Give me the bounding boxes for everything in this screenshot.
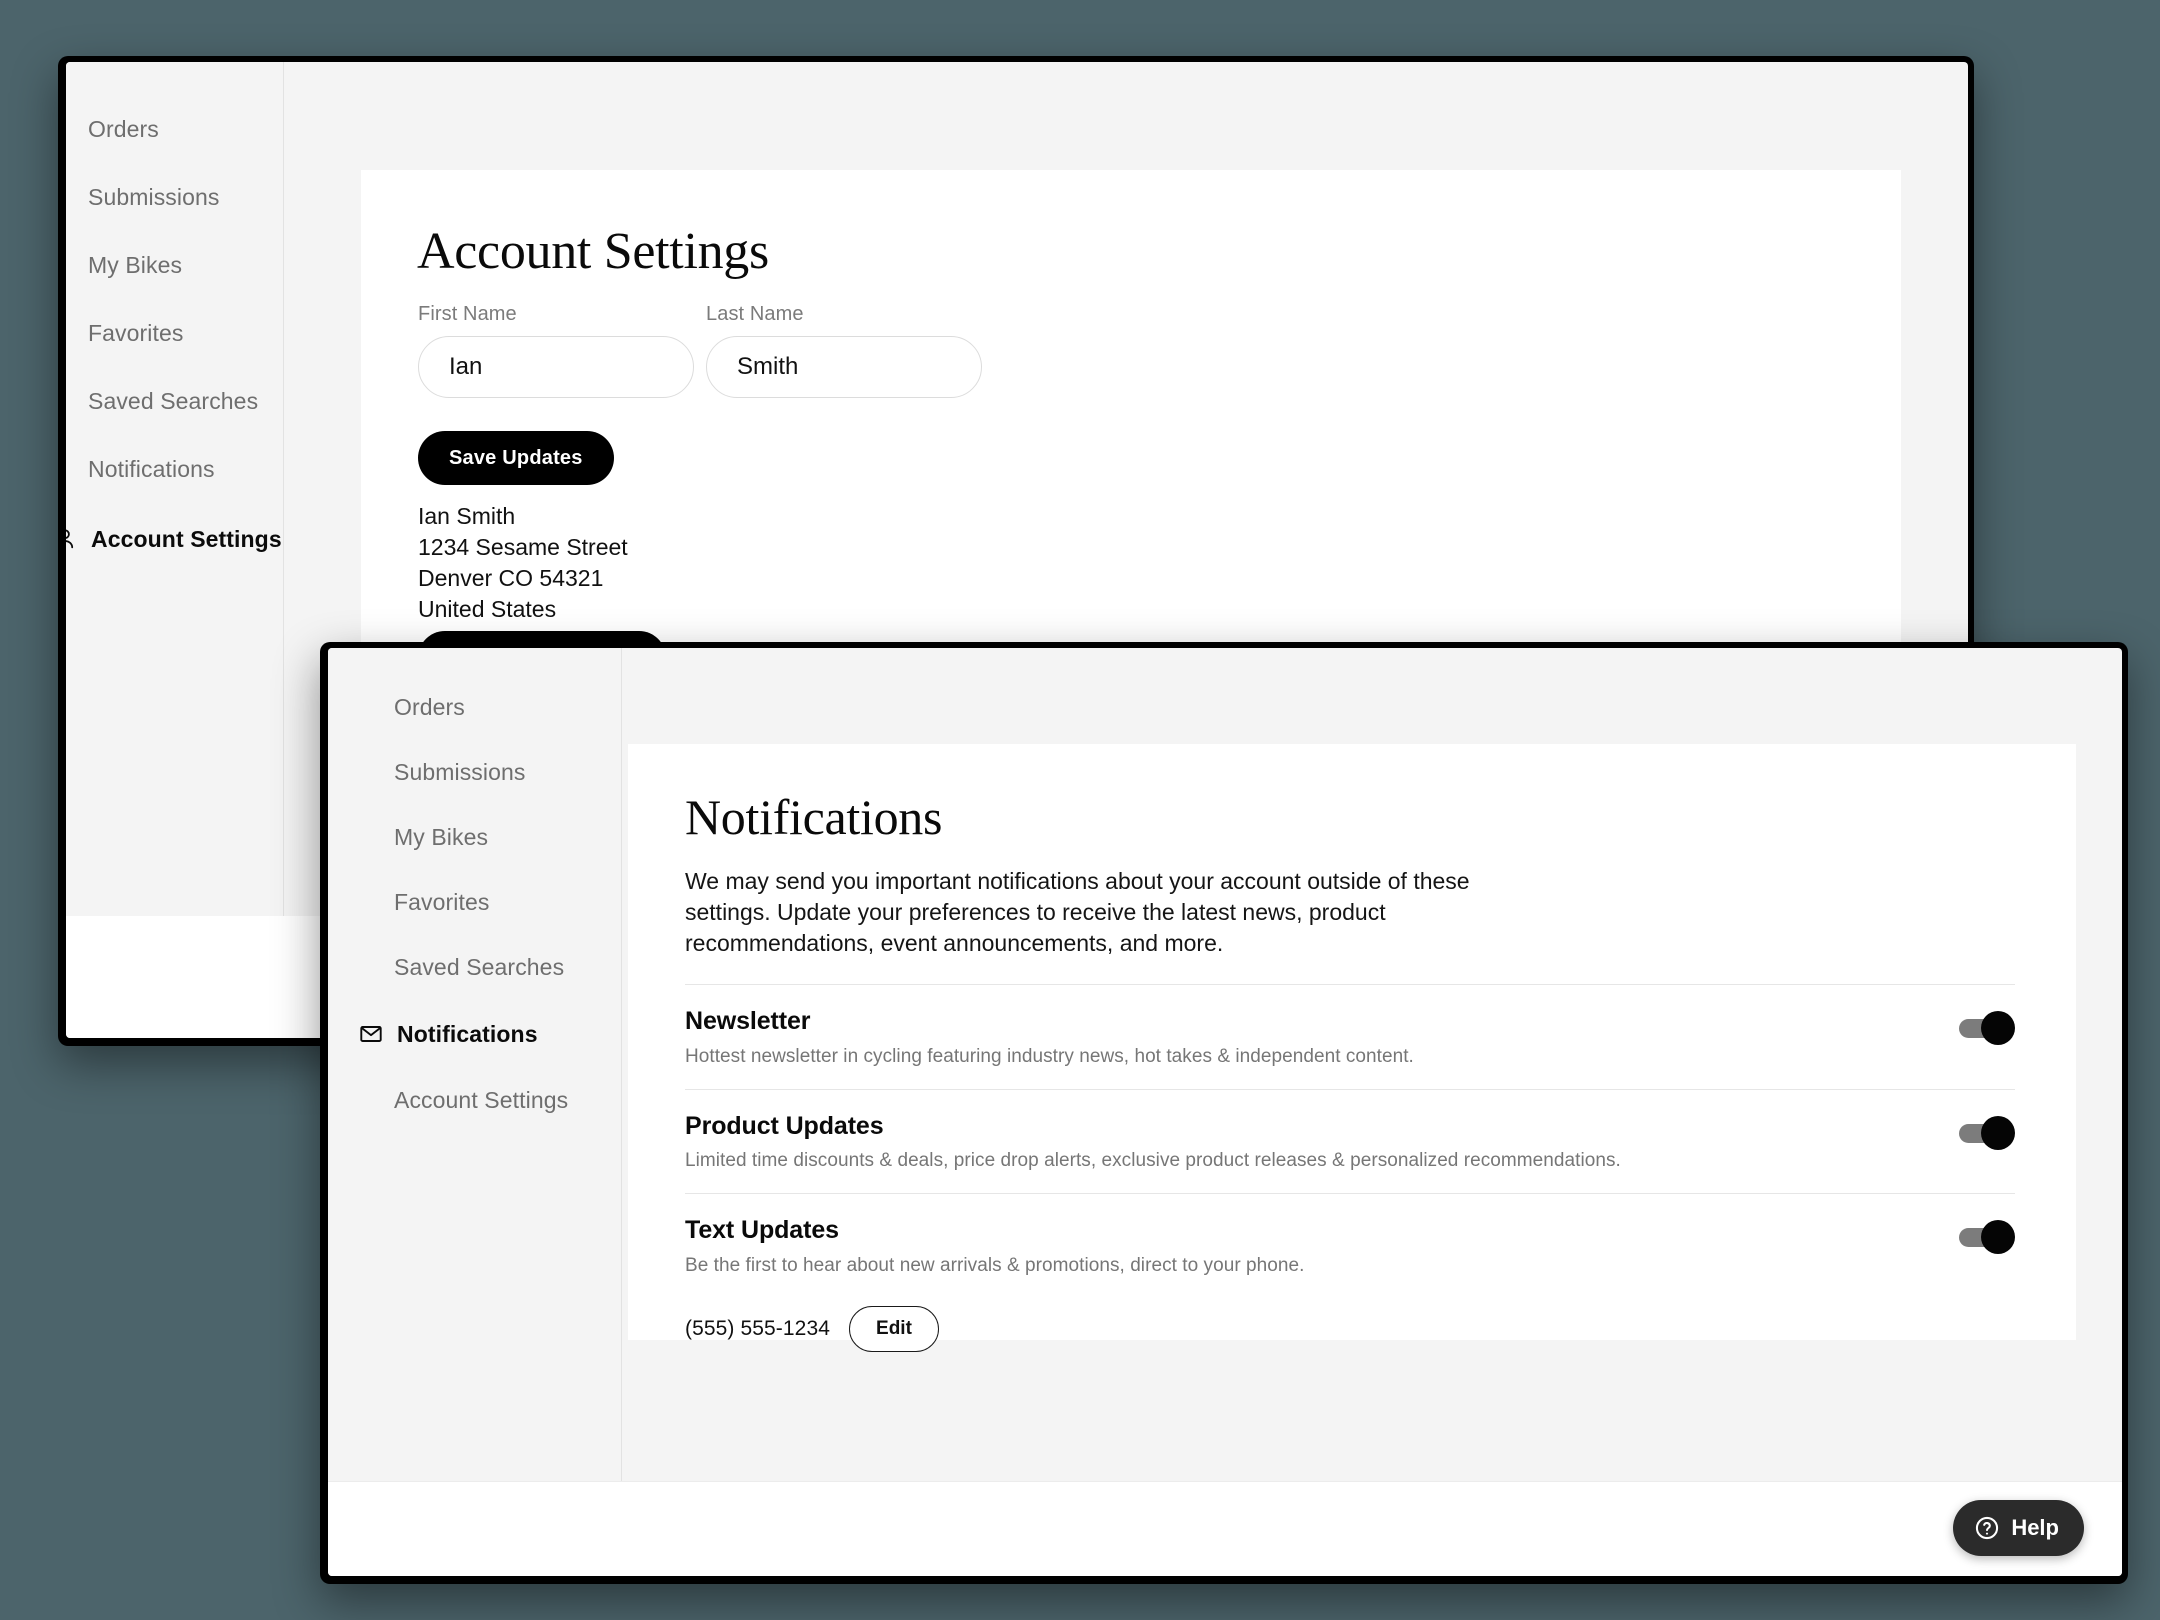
address-line: 1234 Sesame Street <box>418 534 628 560</box>
notifications-intro: We may send you important notifications … <box>685 868 1470 956</box>
address-line: Denver CO 54321 <box>418 565 604 591</box>
sidebar-item-orders[interactable]: Orders <box>88 118 282 141</box>
sidebar-item-label: Account Settings <box>91 525 282 552</box>
notifications-window-body: Orders Submissions My Bikes Favorites Sa… <box>328 648 2122 1576</box>
preference-name: Text Updates <box>685 1216 839 1244</box>
sidebar-item-label: Orders <box>394 694 465 720</box>
sidebar-item-saved-searches[interactable]: Saved Searches <box>88 390 282 413</box>
sidebar-item-label: Notifications <box>397 1020 538 1047</box>
preferences-list: Newsletter Hottest newsletter in cycling… <box>685 984 2015 1372</box>
notifications-window: Orders Submissions My Bikes Favorites Sa… <box>320 642 2128 1584</box>
notifications-card: Notifications We may send you important … <box>628 744 2076 1352</box>
preference-description: Be the first to hear about new arrivals … <box>685 1254 1305 1276</box>
toggle-knob <box>1981 1115 2015 1150</box>
first-name-input[interactable] <box>418 336 694 398</box>
sidebar-item-favorites[interactable]: Favorites <box>88 322 282 345</box>
preference-name: Newsletter <box>685 1007 811 1035</box>
sidebar-item-account-settings[interactable]: Account Settings <box>394 1089 568 1112</box>
notifications-window-footer <box>328 1481 2122 1576</box>
screen: Orders Submissions My Bikes Favorites Sa… <box>0 0 2160 1620</box>
last-name-label: Last Name <box>706 303 804 325</box>
sidebar-item-orders[interactable]: Orders <box>394 696 568 719</box>
sidebar-item-label: Favorites <box>88 320 184 346</box>
sidebar-item-notifications[interactable]: Notifications <box>358 1021 568 1047</box>
sidebar-item-label: My Bikes <box>88 252 183 278</box>
sidebar-item-my-bikes[interactable]: My Bikes <box>394 826 568 849</box>
help-button-label: Help <box>2011 1515 2059 1540</box>
sidebar-item-label: Saved Searches <box>394 954 565 980</box>
last-name-input[interactable] <box>706 336 982 398</box>
envelope-icon <box>358 1021 384 1047</box>
text-updates-toggle[interactable] <box>1959 1220 2015 1254</box>
preference-row-text-updates: Text Updates Be the first to hear about … <box>685 1193 2015 1372</box>
account-sidebar: Orders Submissions My Bikes Favorites Sa… <box>66 62 284 916</box>
newsletter-toggle[interactable] <box>1959 1011 2015 1045</box>
sidebar-item-submissions[interactable]: Submissions <box>394 761 568 784</box>
preference-row-product-updates: Product Updates Limited time discounts &… <box>685 1088 2015 1194</box>
sidebar-item-label: My Bikes <box>394 824 489 850</box>
toggle-knob <box>1981 1011 2015 1045</box>
sidebar-item-label: Orders <box>88 116 159 142</box>
sidebar-item-label: Saved Searches <box>88 388 259 414</box>
notifications-sidebar: Orders Submissions My Bikes Favorites Sa… <box>328 648 622 1514</box>
preference-name: Product Updates <box>685 1111 884 1140</box>
sidebar-item-account-settings[interactable]: Account Settings <box>66 526 282 552</box>
sidebar-item-label: Notifications <box>88 456 215 482</box>
sidebar-item-favorites[interactable]: Favorites <box>394 891 568 914</box>
phone-number: (555) 555-1234 <box>685 1316 831 1340</box>
sidebar-item-label: Account Settings <box>394 1087 569 1113</box>
edit-phone-button[interactable]: Edit <box>849 1305 939 1352</box>
sidebar-item-label: Favorites <box>394 889 490 915</box>
sidebar-item-label: Submissions <box>394 759 526 785</box>
sidebar-item-submissions[interactable]: Submissions <box>88 186 282 209</box>
first-name-field-group: First Name <box>418 304 694 398</box>
sidebar-item-notifications[interactable]: Notifications <box>88 458 282 481</box>
person-icon <box>66 526 78 552</box>
question-circle-icon <box>1974 1515 2000 1541</box>
address-block: Ian Smith 1234 Sesame Street Denver CO 5… <box>418 501 628 625</box>
product-updates-toggle[interactable] <box>1959 1115 2015 1150</box>
address-line: United States <box>418 596 557 622</box>
sidebar-item-label: Submissions <box>88 184 220 210</box>
sidebar-item-saved-searches[interactable]: Saved Searches <box>394 956 568 979</box>
page-title: Account Settings <box>417 223 769 280</box>
address-line: Ian Smith <box>418 503 516 529</box>
last-name-field-group: Last Name <box>706 304 982 398</box>
preference-description: Hottest newsletter in cycling featuring … <box>685 1045 1414 1067</box>
page-title: Notifications <box>685 789 943 845</box>
preference-description: Limited time discounts & deals, price dr… <box>685 1150 1621 1172</box>
help-button[interactable]: Help <box>1953 1500 2084 1556</box>
sidebar-item-my-bikes[interactable]: My Bikes <box>88 254 282 277</box>
first-name-label: First Name <box>418 303 517 325</box>
save-updates-button[interactable]: Save Updates <box>418 431 614 485</box>
preference-row-newsletter: Newsletter Hottest newsletter in cycling… <box>685 984 2015 1089</box>
phone-row: (555) 555-1234 Edit <box>685 1305 2015 1352</box>
toggle-knob <box>1981 1220 2015 1254</box>
